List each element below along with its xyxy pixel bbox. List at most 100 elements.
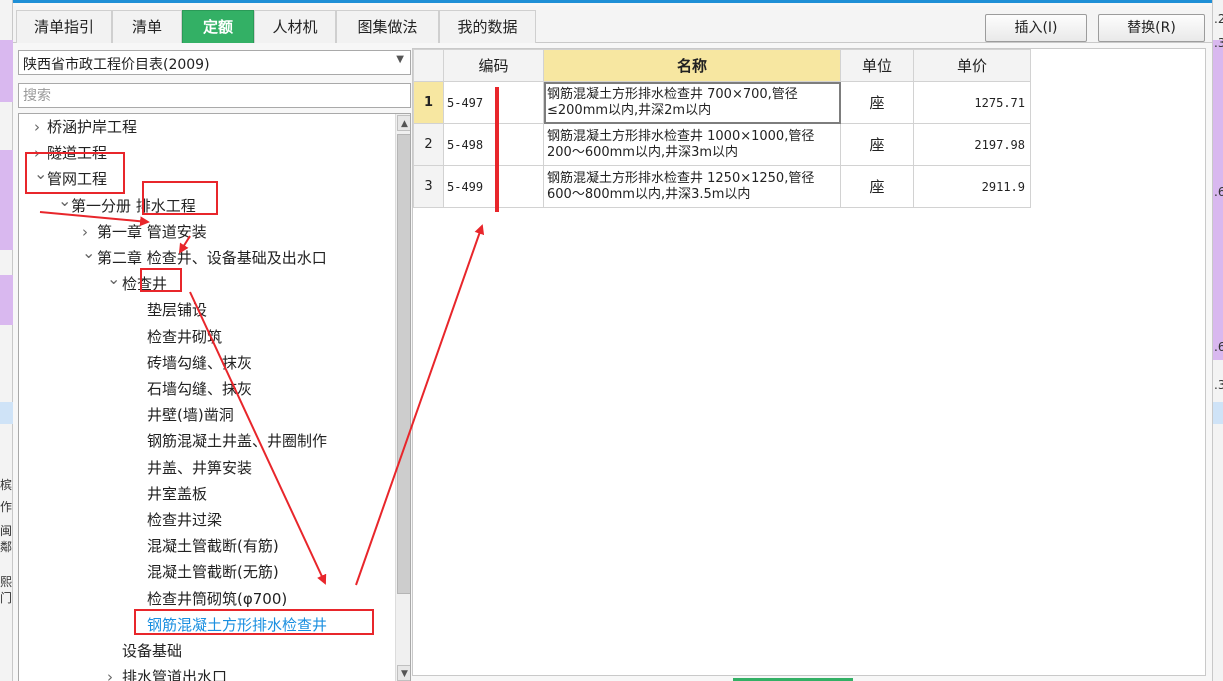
tree-node[interactable]: ⌄ 第二章 检查井、设备基础及出水口: [19, 243, 389, 269]
tree-node[interactable]: 设备基础: [19, 640, 389, 662]
background-text-fragment: 熙: [0, 575, 13, 589]
quota-name[interactable]: 钢筋混凝土方形排水检查井 1250×1250,管径600～800mm以内,井深3…: [543, 165, 841, 208]
background-purple-strip: [0, 40, 13, 102]
tree-node-label: 检查井筒砌筑(φ700): [147, 589, 288, 608]
scroll-up-arrow-icon[interactable]: ▲: [397, 115, 410, 131]
search-input[interactable]: [18, 83, 411, 108]
tree-node-label: 排水管道出水口: [122, 668, 228, 681]
tree-node-label: 石墙勾缝、抹灰: [147, 380, 253, 398]
tab-bar: 清单指引 清单 定额 人材机 图集做法 我的数据 插入(I) 替换(R): [13, 6, 1212, 43]
quota-code[interactable]: 5-499: [443, 165, 544, 208]
table-row[interactable]: 3 5-499 钢筋混凝土方形排水检查井 1250×1250,管径600～800…: [413, 165, 1031, 208]
tree-node[interactable]: 检查井砌筑: [19, 326, 389, 348]
tree-node[interactable]: › 桥涵护岸工程: [19, 116, 389, 138]
quota-price[interactable]: 2197.98: [913, 123, 1031, 166]
tree-node-label: 桥涵护岸工程: [47, 118, 138, 136]
column-header-price[interactable]: 单价: [913, 49, 1031, 82]
tree-node-label: 井室盖板: [147, 484, 208, 503]
chevron-right-icon[interactable]: ›: [82, 221, 88, 243]
row-index: 1: [413, 81, 444, 124]
tree-node[interactable]: 井壁(墙)凿洞: [19, 404, 389, 426]
chevron-right-icon[interactable]: ›: [34, 116, 40, 138]
background-text-fragment: 作: [0, 500, 13, 514]
column-header-code[interactable]: 编码: [443, 49, 544, 82]
tree-node-label: 检查井砌筑: [147, 327, 223, 346]
tree-node-label: 设备基础: [122, 642, 183, 660]
background-text-fragment: .3: [1214, 36, 1223, 50]
tree-node-label: 第一章 管道安装: [97, 222, 207, 241]
tree-node-label: 井壁(墙)凿洞: [147, 406, 234, 425]
quota-table: 编码 名称 单位 单价 1 5-497 钢筋混凝土方形排水检查井 700×700…: [413, 49, 1031, 208]
background-text-fragment: 门: [0, 591, 13, 605]
annotation-box-selected-item: [134, 609, 374, 635]
tree-node[interactable]: 井室盖板: [19, 483, 389, 505]
quota-unit[interactable]: 座: [840, 81, 914, 124]
tree-node[interactable]: 钢筋混凝土井盖、井圈制作: [19, 430, 389, 452]
background-text-fragment: .6: [1214, 185, 1223, 199]
quota-selection-dialog: 清单指引 清单 定额 人材机 图集做法 我的数据 插入(I) 替换(R) 陕西省…: [13, 0, 1212, 681]
quota-grid-area: 编码 名称 单位 单价 1 5-497 钢筋混凝土方形排水检查井 700×700…: [412, 48, 1206, 676]
scroll-down-arrow-icon[interactable]: ▼: [397, 665, 410, 681]
tree-node[interactable]: 砖墙勾缝、抹灰: [19, 352, 389, 374]
quota-unit[interactable]: 座: [840, 165, 914, 208]
tree-node-label: 垫层铺设: [147, 301, 208, 320]
tree-node-label: 混凝土管截断(无筋): [147, 563, 279, 582]
chevron-down-icon[interactable]: ⌄: [82, 242, 95, 264]
table-row[interactable]: 2 5-498 钢筋混凝土方形排水检查井 1000×1000,管径200～600…: [413, 123, 1031, 166]
background-text-fragment: .3: [1214, 378, 1223, 392]
row-index: 2: [413, 123, 444, 166]
quota-price[interactable]: 1275.71: [913, 81, 1031, 124]
tree-node[interactable]: 混凝土管截断(有筋): [19, 535, 389, 557]
tree-node[interactable]: 石墙勾缝、抹灰: [19, 378, 389, 400]
column-header-name[interactable]: 名称: [543, 49, 841, 82]
tree-node-label: 混凝土管截断(有筋): [147, 537, 279, 556]
quota-price[interactable]: 2911.9: [913, 165, 1031, 208]
background-text-fragment: 鄰: [0, 540, 13, 554]
table-row[interactable]: 1 5-497 钢筋混凝土方形排水检查井 700×700,管径≤200mm以内,…: [413, 81, 1031, 124]
background-purple-strip: [1213, 40, 1223, 360]
quota-name[interactable]: 钢筋混凝土方形排水检查井 1000×1000,管径200～600mm以内,井深3…: [543, 123, 841, 166]
column-header-unit[interactable]: 单位: [840, 49, 914, 82]
tree-node-label: 井盖、井箅安装: [147, 458, 253, 477]
tab-bill-guide[interactable]: 清单指引: [16, 10, 112, 43]
tree-node[interactable]: › 第一章 管道安装: [19, 221, 389, 243]
tab-quota[interactable]: 定额: [182, 10, 254, 43]
annotation-box-pipe-network: [25, 152, 125, 194]
tree-node-label: 砖墙勾缝、抹灰: [147, 353, 253, 372]
tab-bill[interactable]: 清单: [112, 10, 182, 43]
quota-code[interactable]: 5-497: [443, 81, 544, 124]
insert-button[interactable]: 插入(I): [985, 14, 1087, 42]
background-purple-strip: [0, 150, 13, 250]
scrollbar-thumb[interactable]: [397, 134, 410, 594]
background-blue-strip: [0, 402, 13, 424]
background-text-fragment: .2: [1214, 12, 1223, 26]
background-text-fragment: 闽: [0, 524, 13, 538]
tree-node-label: 第二章 检查井、设备基础及出水口: [97, 249, 327, 267]
table-header-row: 编码 名称 单位 单价: [413, 49, 1031, 82]
tab-atlas-method[interactable]: 图集做法: [336, 10, 439, 43]
quota-code[interactable]: 5-498: [443, 123, 544, 166]
quota-name[interactable]: 钢筋混凝土方形排水检查井 700×700,管径≤200mm以内,井深2m以内: [543, 81, 841, 124]
library-select[interactable]: 陕西省市政工程价目表(2009) ▼: [18, 50, 411, 75]
tab-my-data[interactable]: 我的数据: [439, 10, 536, 43]
background-text-fragment: 槟: [0, 478, 13, 492]
tree-node[interactable]: › 排水管道出水口: [19, 666, 389, 681]
chevron-down-icon[interactable]: ▼: [396, 54, 404, 65]
background-window-left-edge: 作 闽 鄰 熙 门 槟: [0, 0, 13, 681]
tree-scrollbar[interactable]: ▲ ▼: [395, 114, 410, 681]
chevron-down-icon[interactable]: ⌄: [107, 268, 120, 290]
tab-labor-material-machine[interactable]: 人材机: [254, 10, 336, 43]
tree-node[interactable]: 检查井过梁: [19, 509, 389, 531]
annotation-box-drainage: [142, 181, 218, 215]
tree-node-label: 钢筋混凝土井盖、井圈制作: [147, 432, 328, 451]
chevron-right-icon[interactable]: ›: [107, 666, 113, 681]
tree-node[interactable]: ⌄ 检查井: [19, 269, 389, 295]
tree-node[interactable]: 检查井筒砌筑(φ700): [19, 588, 389, 610]
tree-node[interactable]: 井盖、井箅安装: [19, 457, 389, 479]
tree-node[interactable]: 垫层铺设: [19, 299, 389, 321]
tree-node[interactable]: 混凝土管截断(无筋): [19, 561, 389, 583]
quota-unit[interactable]: 座: [840, 123, 914, 166]
replace-button[interactable]: 替换(R): [1098, 14, 1205, 42]
library-select-value: 陕西省市政工程价目表(2009): [23, 57, 210, 73]
screen: 作 闽 鄰 熙 门 槟 .2 .3 .6 .6 .3 清单指引 清单 定额 人材…: [0, 0, 1223, 681]
